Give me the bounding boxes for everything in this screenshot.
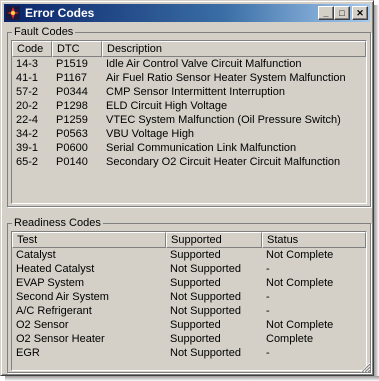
minimize-button[interactable]: _: [318, 6, 334, 20]
window-shadow-right: [374, 5, 379, 379]
fault-code: 65-2: [16, 156, 39, 168]
fault-code: 39-1: [16, 142, 39, 154]
fault-description: Idle Air Control Valve Circuit Malfuncti…: [106, 58, 302, 70]
readiness-row[interactable]: EGR Not Supported -: [12, 346, 366, 360]
column-header-supported[interactable]: Supported: [166, 232, 262, 248]
readiness-row[interactable]: A/C Refrigerant Not Supported -: [12, 304, 366, 318]
column-header-description[interactable]: Description: [102, 41, 366, 57]
fault-description: Serial Communication Link Malfunction: [106, 142, 297, 154]
fault-codes-group: Fault Codes Code DTC Description 14-3 P1…: [7, 25, 371, 207]
readiness-status: -: [266, 263, 270, 275]
readiness-test: Heated Catalyst: [16, 263, 95, 275]
readiness-row[interactable]: EVAP System Supported Not Complete: [12, 276, 366, 290]
readiness-status: Complete: [266, 333, 314, 345]
readiness-test: A/C Refrigerant: [16, 305, 92, 317]
fault-dtc: P0563: [56, 128, 88, 140]
fault-dtc: P0600: [56, 142, 88, 154]
fault-description: CMP Sensor Intermittent Interruption: [106, 86, 285, 98]
close-button[interactable]: ✕: [352, 6, 368, 20]
fault-row[interactable]: 14-3 P1519 Idle Air Control Valve Circui…: [12, 57, 366, 71]
fault-code: 57-2: [16, 86, 39, 98]
readiness-test: O2 Sensor Heater: [16, 333, 105, 345]
fault-code: 22-4: [16, 114, 39, 126]
readiness-supported: Not Supported: [170, 305, 241, 317]
readiness-status: -: [266, 291, 270, 303]
readiness-supported: Supported: [170, 319, 221, 331]
maximize-button[interactable]: □: [334, 6, 350, 20]
readiness-supported: Supported: [170, 277, 221, 289]
readiness-row[interactable]: Catalyst Supported Not Complete: [12, 248, 366, 262]
fault-codes-list[interactable]: Code DTC Description 14-3 P1519 Idle Air…: [11, 40, 367, 204]
readiness-row[interactable]: Heated Catalyst Not Supported -: [12, 262, 366, 276]
readiness-status: Not Complete: [266, 277, 334, 289]
fault-row[interactable]: 39-1 P0600 Serial Communication Link Mal…: [12, 141, 366, 155]
fault-code: 14-3: [16, 58, 39, 70]
fault-codes-label: Fault Codes: [12, 25, 76, 39]
title-bar-buttons: _ □ ✕: [318, 6, 368, 20]
readiness-row[interactable]: O2 Sensor Supported Not Complete: [12, 318, 366, 332]
readiness-test: EVAP System: [16, 277, 85, 289]
window-title: Error Codes: [25, 6, 95, 20]
readiness-row[interactable]: Second Air System Not Supported -: [12, 290, 366, 304]
readiness-status: -: [266, 305, 270, 317]
fault-dtc: P0140: [56, 156, 88, 168]
fault-row[interactable]: 34-2 P0563 VBU Voltage High: [12, 127, 366, 141]
window-shadow-bottom: [5, 376, 379, 381]
fault-dtc: P1298: [56, 100, 88, 112]
fault-row[interactable]: 57-2 P0344 CMP Sensor Intermittent Inter…: [12, 85, 366, 99]
resize-grip-icon[interactable]: [360, 362, 371, 373]
readiness-supported: Not Supported: [170, 291, 241, 303]
readiness-supported: Not Supported: [170, 263, 241, 275]
column-header-test[interactable]: Test: [12, 232, 166, 248]
fault-dtc: P1167: [56, 72, 87, 84]
fault-code: 20-2: [16, 100, 39, 112]
readiness-row[interactable]: O2 Sensor Heater Supported Complete: [12, 332, 366, 346]
fault-dtc: P0344: [56, 86, 88, 98]
readiness-test: O2 Sensor: [16, 319, 69, 331]
readiness-supported: Not Supported: [170, 347, 241, 359]
readiness-test: EGR: [16, 347, 40, 359]
fault-description: VTEC System Malfunction (Oil Pressure Sw…: [106, 114, 341, 126]
fault-row[interactable]: 65-2 P0140 Secondary O2 Circuit Heater C…: [12, 155, 366, 169]
readiness-test: Catalyst: [16, 249, 56, 261]
column-header-code[interactable]: Code: [12, 41, 52, 57]
fault-description: Secondary O2 Circuit Heater Circuit Malf…: [106, 156, 341, 168]
fault-row[interactable]: 22-4 P1259 VTEC System Malfunction (Oil …: [12, 113, 366, 127]
title-bar[interactable]: Error Codes _ □ ✕: [4, 4, 370, 22]
fault-description: ELD Circuit High Voltage: [106, 100, 228, 112]
fault-dtc: P1259: [56, 114, 88, 126]
readiness-codes-header: Test Supported Status: [12, 232, 366, 248]
fault-description: Air Fuel Ratio Sensor Heater System Malf…: [106, 72, 346, 84]
column-header-dtc[interactable]: DTC: [52, 41, 102, 57]
fault-row[interactable]: 20-2 P1298 ELD Circuit High Voltage: [12, 99, 366, 113]
readiness-codes-label: Readiness Codes: [12, 216, 103, 230]
readiness-codes-group: Readiness Codes Test Supported Status Ca…: [7, 216, 371, 373]
readiness-supported: Supported: [170, 333, 221, 345]
fault-row[interactable]: 41-1 P1167 Air Fuel Ratio Sensor Heater …: [12, 71, 366, 85]
error-codes-window: Error Codes _ □ ✕ Fault Codes Code DTC D…: [0, 0, 374, 376]
fault-code: 34-2: [16, 128, 39, 140]
fault-code: 41-1: [16, 72, 39, 84]
readiness-status: Not Complete: [266, 249, 334, 261]
readiness-codes-list[interactable]: Test Supported Status Catalyst Supported…: [11, 231, 367, 371]
column-header-status[interactable]: Status: [262, 232, 366, 248]
readiness-supported: Supported: [170, 249, 221, 261]
fault-codes-header: Code DTC Description: [12, 41, 366, 57]
fault-dtc: P1519: [56, 58, 88, 70]
readiness-status: Not Complete: [266, 319, 334, 331]
app-icon[interactable]: [6, 6, 20, 20]
fault-description: VBU Voltage High: [106, 128, 195, 140]
readiness-test: Second Air System: [16, 291, 109, 303]
readiness-status: -: [266, 347, 270, 359]
